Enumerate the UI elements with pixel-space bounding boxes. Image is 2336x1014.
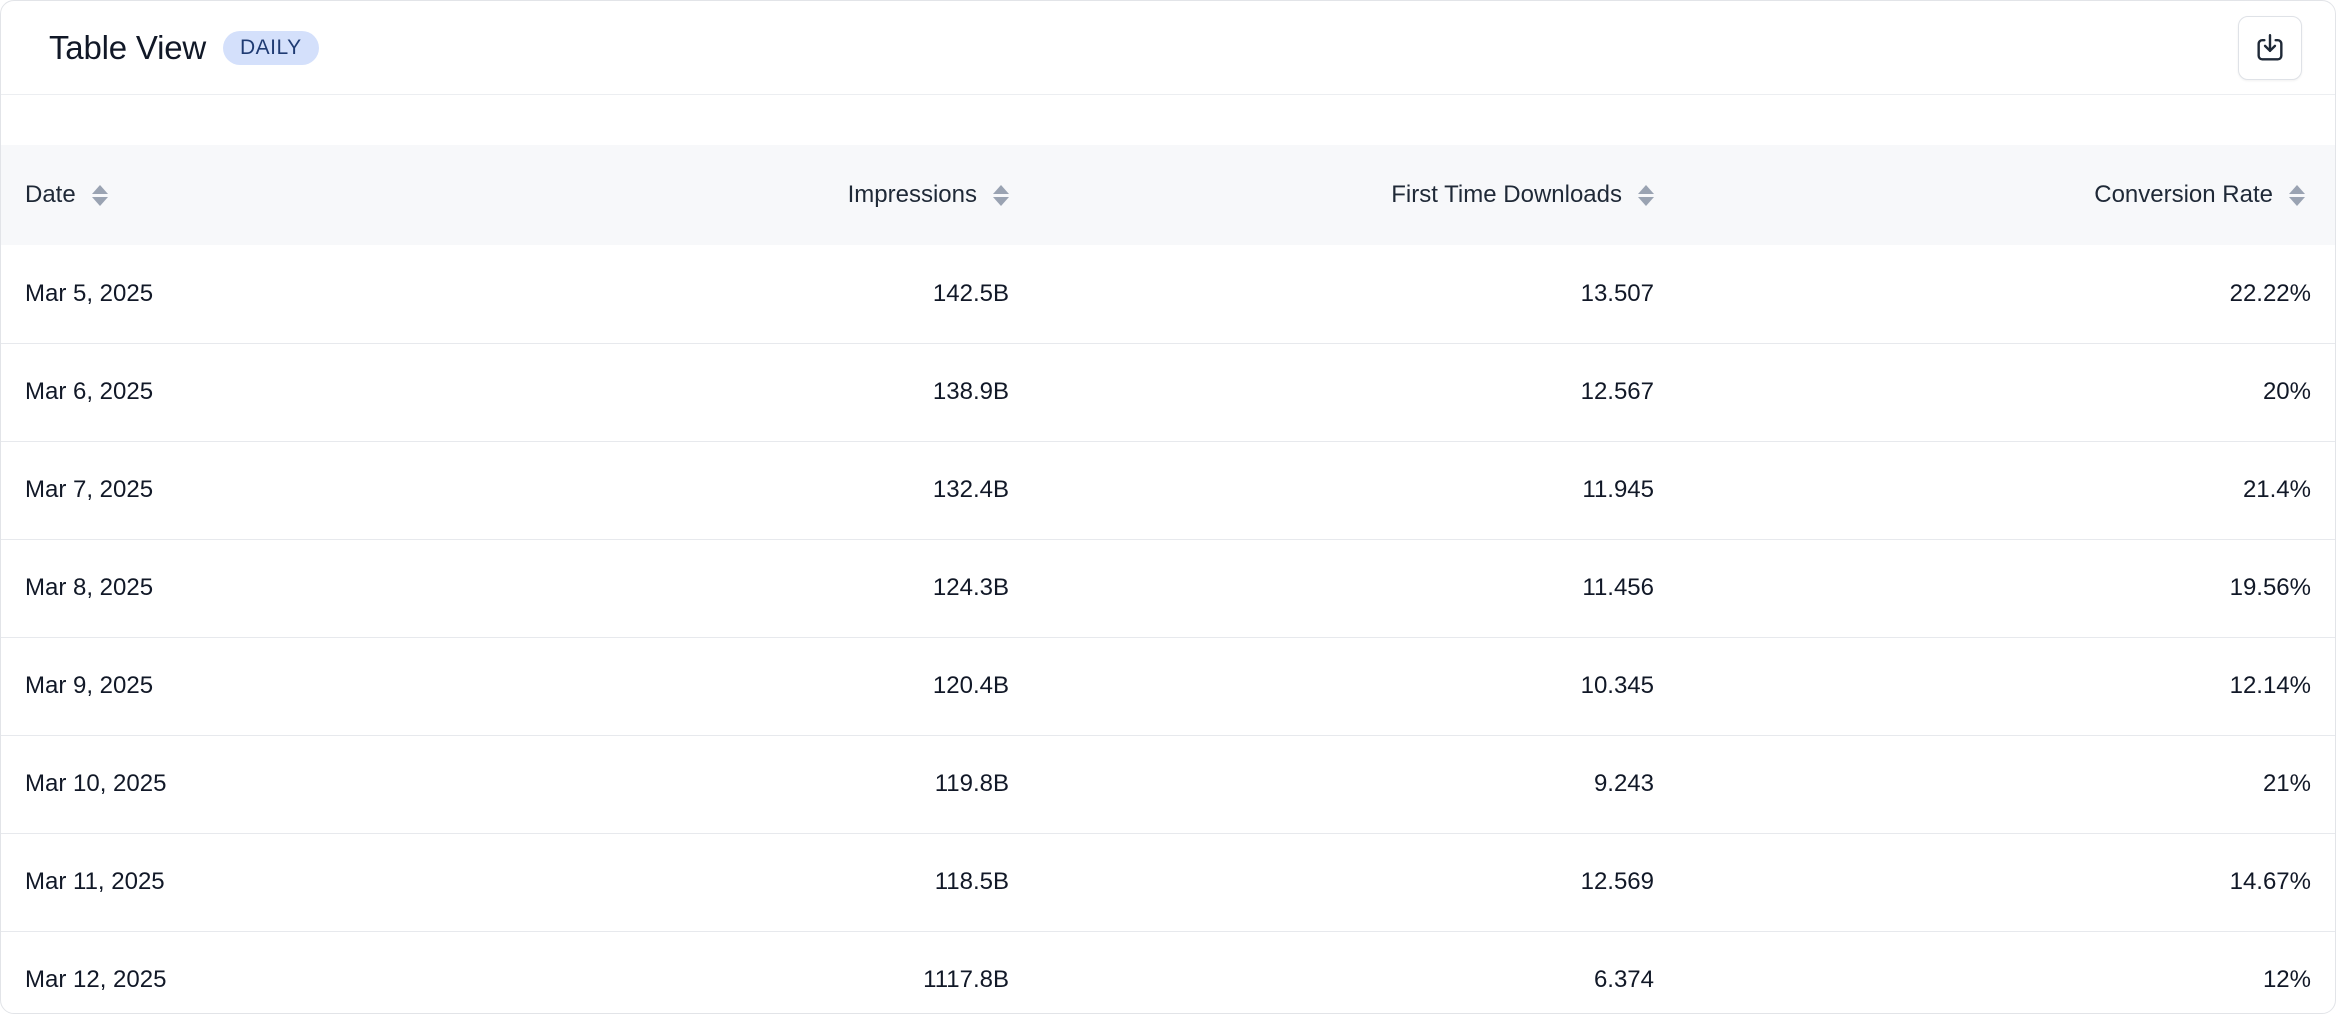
header-gap bbox=[1, 95, 2335, 145]
cell-date: Mar 8, 2025 bbox=[25, 574, 154, 601]
cell-first-time-downloads: 10.345 bbox=[1580, 672, 1654, 699]
sort-icon[interactable] bbox=[91, 184, 108, 206]
cell-impressions: 132.4B bbox=[932, 476, 1009, 503]
cell-date: Mar 5, 2025 bbox=[25, 279, 154, 307]
table-row: Mar 12, 2025 1117.8B 6.374 12% bbox=[1, 931, 2335, 1013]
cell-conversion-rate: 21% bbox=[2262, 770, 2311, 797]
cell-conversion-rate: 22.22% bbox=[2229, 279, 2311, 307]
cell-first-time-downloads: 12.567 bbox=[1580, 378, 1654, 405]
table-row: Mar 8, 2025 124.3B 11.456 19.56% bbox=[1, 539, 2335, 637]
table-row: Mar 5, 2025 142.5B 13.507 22.22% bbox=[1, 245, 2335, 343]
table-row: Mar 7, 2025 132.4B 11.945 21.4% bbox=[1, 441, 2335, 539]
cell-date: Mar 6, 2025 bbox=[25, 378, 154, 405]
cell-conversion-rate: 20% bbox=[2262, 378, 2311, 405]
cell-impressions: 124.3B bbox=[932, 574, 1009, 601]
column-header-date[interactable]: Date bbox=[1, 145, 513, 245]
cell-impressions: 138.9B bbox=[932, 378, 1009, 405]
table-row: Mar 11, 2025 118.5B 12.569 14.67% bbox=[1, 833, 2335, 931]
cell-impressions: 118.5B bbox=[934, 868, 1009, 895]
cell-date: Mar 12, 2025 bbox=[25, 966, 167, 994]
cell-date: Mar 10, 2025 bbox=[25, 770, 167, 797]
column-header-label: Impressions bbox=[847, 181, 977, 208]
table-view-card: Table View DAILY Date Impressions First … bbox=[0, 0, 2336, 1014]
page-title: Table View bbox=[49, 28, 206, 66]
cell-date: Mar 9, 2025 bbox=[25, 672, 154, 699]
cell-impressions: 120.4B bbox=[932, 672, 1009, 699]
sort-icon[interactable] bbox=[1638, 184, 1654, 206]
cell-impressions: 1117.8B bbox=[923, 966, 1009, 994]
cell-date: Mar 7, 2025 bbox=[25, 476, 154, 503]
table-row: Mar 9, 2025 120.4B 10.345 12.14% bbox=[1, 637, 2335, 735]
period-badge: DAILY bbox=[223, 30, 319, 65]
cell-date: Mar 11, 2025 bbox=[25, 868, 165, 895]
column-header-impressions[interactable]: Impressions bbox=[513, 145, 1023, 245]
cell-first-time-downloads: 11.945 bbox=[1582, 476, 1654, 503]
cell-conversion-rate: 14.67% bbox=[2229, 868, 2311, 895]
cell-impressions: 119.8B bbox=[934, 770, 1009, 797]
cell-conversion-rate: 21.4% bbox=[2242, 476, 2311, 503]
cell-first-time-downloads: 12.569 bbox=[1580, 868, 1654, 895]
download-icon bbox=[2257, 33, 2283, 61]
cell-first-time-downloads: 11.456 bbox=[1582, 574, 1654, 601]
column-header-conversion-rate[interactable]: Conversion Rate bbox=[1668, 145, 2335, 245]
data-table: Date Impressions First Time Downloads Co… bbox=[1, 145, 2335, 1013]
table-row: Mar 10, 2025 119.8B 9.243 21% bbox=[1, 735, 2335, 833]
cell-conversion-rate: 12% bbox=[2262, 966, 2311, 994]
cell-first-time-downloads: 9.243 bbox=[1593, 770, 1654, 797]
sort-icon[interactable] bbox=[2289, 184, 2305, 206]
table-row: Mar 6, 2025 138.9B 12.567 20% bbox=[1, 343, 2335, 441]
download-button[interactable] bbox=[2238, 15, 2302, 80]
cell-impressions: 142.5B bbox=[932, 279, 1009, 307]
cell-conversion-rate: 19.56% bbox=[2229, 574, 2311, 601]
card-header: Table View DAILY bbox=[1, 1, 2335, 95]
column-header-first-time-downloads[interactable]: First Time Downloads bbox=[1023, 145, 1668, 245]
cell-conversion-rate: 12.14% bbox=[2229, 672, 2311, 699]
cell-first-time-downloads: 6.374 bbox=[1593, 966, 1654, 994]
column-header-label: Date bbox=[25, 181, 76, 208]
column-header-label: First Time Downloads bbox=[1391, 181, 1622, 208]
cell-first-time-downloads: 13.507 bbox=[1580, 279, 1654, 307]
sort-icon[interactable] bbox=[993, 184, 1009, 206]
table-header-row: Date Impressions First Time Downloads Co… bbox=[1, 145, 2335, 245]
column-header-label: Conversion Rate bbox=[2094, 181, 2273, 208]
